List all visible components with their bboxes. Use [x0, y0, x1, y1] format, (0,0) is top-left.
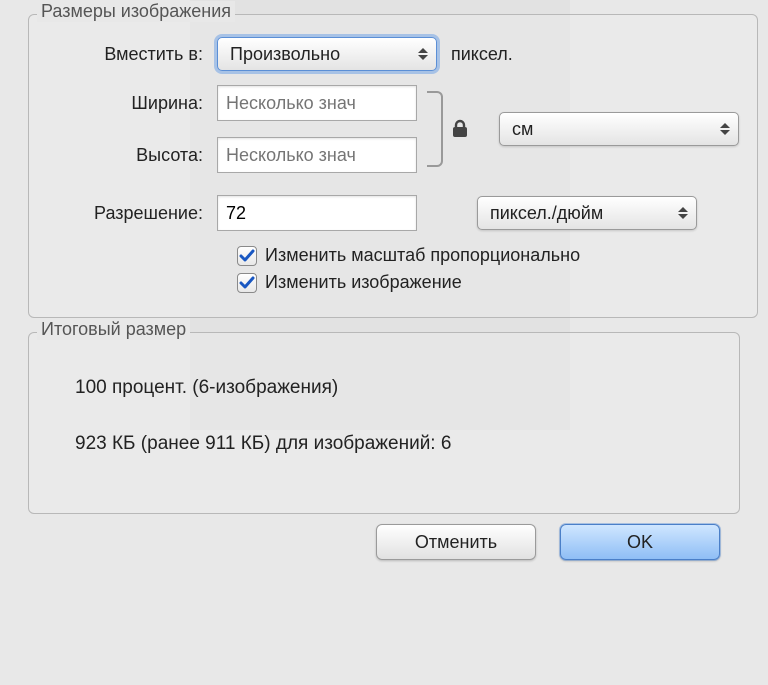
link-bracket — [423, 87, 449, 171]
result-line2: 923 КБ (ранее 911 КБ) для изображений: 6 — [75, 433, 711, 455]
result-line1: 100 процент. (6-изображения) — [75, 377, 711, 399]
group-title: Итоговый размер — [37, 319, 190, 340]
image-dimensions-group: Размеры изображения Вместить в: Произвол… — [28, 14, 758, 318]
fit-select-value: Произвольно — [230, 44, 340, 65]
resample-row: Изменить изображение — [237, 272, 739, 293]
width-label: Ширина: — [47, 93, 217, 114]
scale-proportional-label: Изменить масштаб пропорционально — [265, 245, 580, 266]
dimension-unit-select[interactable]: см — [499, 112, 739, 146]
ok-button[interactable]: OK — [560, 524, 720, 560]
resolution-label: Разрешение: — [47, 203, 217, 224]
group-title: Размеры изображения — [37, 1, 235, 22]
cancel-button[interactable]: Отменить — [376, 524, 536, 560]
resolution-row: Разрешение: пиксел./дюйм — [47, 195, 739, 231]
fit-suffix: пиксел. — [451, 44, 513, 65]
dialog-buttons: Отменить OK — [20, 524, 748, 560]
resolution-input[interactable] — [217, 195, 417, 231]
scale-proportional-checkbox[interactable] — [237, 246, 257, 266]
height-label: Высота: — [47, 145, 217, 166]
cancel-button-label: Отменить — [415, 532, 497, 553]
resample-checkbox[interactable] — [237, 273, 257, 293]
width-input[interactable] — [217, 85, 417, 121]
updown-icon — [418, 48, 428, 60]
resolution-unit-select[interactable]: пиксел./дюйм — [477, 196, 697, 230]
resample-label: Изменить изображение — [265, 272, 462, 293]
dimension-unit-value: см — [512, 119, 533, 140]
scale-proportional-row: Изменить масштаб пропорционально — [237, 245, 739, 266]
resolution-unit-value: пиксел./дюйм — [490, 203, 603, 224]
result-text: 100 процент. (6-изображения) 923 КБ (ран… — [47, 355, 721, 495]
fit-row: Вместить в: Произвольно пиксел. — [47, 37, 739, 71]
updown-icon — [678, 207, 688, 219]
result-size-group: Итоговый размер 100 процент. (6-изображе… — [28, 332, 740, 514]
fit-label: Вместить в: — [47, 44, 217, 65]
fit-select[interactable]: Произвольно — [217, 37, 437, 71]
image-size-dialog: Размеры изображения Вместить в: Произвол… — [20, 0, 748, 580]
height-input[interactable] — [217, 137, 417, 173]
updown-icon — [720, 123, 730, 135]
ok-button-label: OK — [627, 532, 653, 553]
dimension-stack: Ширина: Высота: см — [47, 85, 739, 173]
lock-icon[interactable] — [451, 119, 473, 139]
